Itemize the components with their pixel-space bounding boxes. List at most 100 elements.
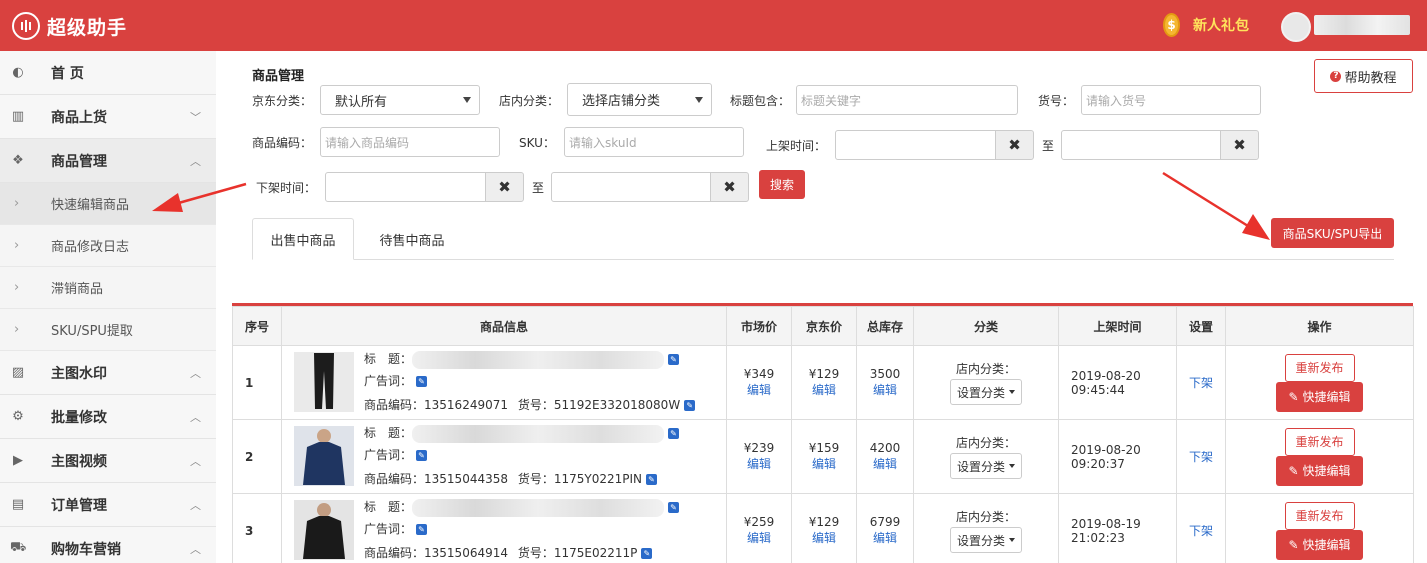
clear-on-shelf-start-button[interactable]: ✖: [995, 130, 1034, 160]
take-down-link[interactable]: 下架: [1189, 450, 1213, 464]
sidebar-subitem-slow-selling[interactable]: › 滞销商品: [0, 267, 216, 309]
product-thumbnail[interactable]: [294, 426, 354, 486]
item-no-label: 货号：: [1038, 94, 1075, 108]
table-row: 2 标 题： ✎ 广告词： ✎ 商品编码：13515044358 货号：1175…: [232, 419, 1414, 494]
export-sku-spu-button[interactable]: 商品SKU/SPU导出: [1271, 218, 1394, 248]
edit-pen-icon[interactable]: ✎: [668, 502, 680, 513]
market-price-cell: ¥239 编辑: [726, 419, 792, 494]
clear-off-shelf-start-button[interactable]: ✖: [485, 172, 524, 202]
top-bar: 超级助手 $ 新人礼包: [0, 0, 1427, 51]
chevron-right-icon: ›: [14, 280, 20, 295]
new-user-gift[interactable]: $ 新人礼包: [1163, 13, 1249, 37]
quick-edit-button[interactable]: ✎ 快捷编辑: [1276, 529, 1363, 560]
sidebar-subitem-sku-spu[interactable]: › SKU/SPU提取: [0, 309, 216, 351]
sku-input[interactable]: 请输入skuId: [564, 127, 744, 157]
edit-link[interactable]: 编辑: [792, 381, 856, 398]
table-row: 1 标 题： ✎ 广告词： ✎ 商品编码：13516249071 货号：5119…: [232, 345, 1414, 420]
code-line: 商品编码：13515044358 货号：1175Y0221PIN ✎: [364, 470, 658, 487]
off-shelf-end-input[interactable]: [551, 172, 711, 202]
edit-pen-icon[interactable]: ✎: [668, 428, 680, 439]
quick-edit-button[interactable]: ✎ 快捷编辑: [1276, 455, 1363, 486]
set-category-dropdown[interactable]: 设置分类: [949, 379, 1022, 405]
product-code-input[interactable]: 请输入商品编码: [320, 127, 500, 157]
sidebar-item-watermark[interactable]: ▨ 主图水印 ︿: [0, 351, 216, 395]
take-down-link[interactable]: 下架: [1189, 524, 1213, 538]
edit-pen-icon[interactable]: ✎: [668, 354, 680, 365]
search-button[interactable]: 搜索: [759, 170, 805, 199]
jd-category-label: 京东分类：: [252, 94, 313, 108]
product-info-cell: 标 题： ✎ 广告词： ✎ 商品编码：13515044358 货号：1175Y022…: [281, 419, 727, 494]
edit-link[interactable]: 编辑: [727, 455, 791, 472]
actions-cell: 重新发布 ✎ 快捷编辑: [1225, 419, 1414, 494]
column-header: 设置: [1176, 306, 1226, 346]
quick-edit-button[interactable]: ✎ 快捷编辑: [1276, 381, 1363, 412]
shelf-time-cell: 2019-08-20 09:45:44: [1058, 345, 1177, 420]
column-header: 上架时间: [1058, 306, 1177, 346]
title-line: 标 题： ✎: [364, 498, 680, 517]
edit-pen-icon[interactable]: ✎: [416, 450, 428, 461]
tab-on-sale[interactable]: 出售中商品: [252, 218, 354, 260]
market-price-cell: ¥349 编辑: [726, 345, 792, 420]
column-header: 操作: [1225, 306, 1414, 346]
edit-link[interactable]: 编辑: [857, 529, 913, 546]
column-header: 总库存: [856, 306, 914, 346]
jd-category-select[interactable]: 默认所有: [320, 85, 480, 115]
shop-category-select[interactable]: 选择店铺分类: [567, 83, 712, 116]
sidebar-item-home[interactable]: ◐ 首 页: [0, 51, 216, 95]
sidebar-item-main-video[interactable]: ▶ 主图视频 ︿: [0, 439, 216, 483]
edit-square-icon: ✎: [1288, 537, 1299, 552]
caret-down-icon: [1009, 390, 1015, 394]
edit-link[interactable]: 编辑: [857, 455, 913, 472]
edit-pen-icon[interactable]: ✎: [416, 524, 428, 535]
sidebar-item-label: 商品管理: [51, 153, 107, 170]
edit-pen-icon[interactable]: ✎: [646, 474, 658, 485]
to-label: 至: [532, 181, 545, 195]
on-shelf-end-input[interactable]: [1061, 130, 1221, 160]
jd-price-cell: ¥159 编辑: [791, 419, 857, 494]
item-no-input[interactable]: 请输入货号: [1081, 85, 1261, 115]
edit-pen-icon[interactable]: ✎: [416, 376, 428, 387]
sidebar-item-batch-edit[interactable]: ⚙ 批量修改 ︿: [0, 395, 216, 439]
sidebar-item-orders[interactable]: ▤ 订单管理 ︿: [0, 483, 216, 527]
take-down-link[interactable]: 下架: [1189, 376, 1213, 390]
product-thumbnail[interactable]: [294, 352, 354, 412]
off-shelf-start-input[interactable]: [325, 172, 486, 202]
sidebar-subitem-quick-edit[interactable]: › 快速编辑商品: [0, 183, 216, 225]
help-button[interactable]: ? 帮助教程: [1314, 59, 1413, 93]
sku-label: SKU：: [519, 136, 555, 150]
clear-on-shelf-end-button[interactable]: ✖: [1220, 130, 1259, 160]
clear-off-shelf-end-button[interactable]: ✖: [710, 172, 749, 202]
republish-button[interactable]: 重新发布: [1284, 501, 1355, 530]
chevron-up-icon: ︿: [190, 454, 201, 468]
ad-line: 广告词： ✎: [364, 372, 428, 389]
edit-link[interactable]: 编辑: [857, 381, 913, 398]
title-keyword-input[interactable]: 标题关键字: [796, 85, 1018, 115]
main-content: 商品管理 ? 帮助教程 京东分类： 默认所有 店内分类： 选择店铺分类 标题包含…: [216, 51, 1427, 563]
edit-pen-icon[interactable]: ✎: [641, 548, 653, 559]
avatar[interactable]: [1281, 12, 1311, 42]
edit-link[interactable]: 编辑: [792, 455, 856, 472]
sidebar-subitem-edit-log[interactable]: › 商品修改日志: [0, 225, 216, 267]
chevron-down-icon: ﹀: [190, 110, 201, 124]
sidebar-item-product-upload[interactable]: ▥ 商品上货 ﹀: [0, 95, 216, 139]
set-category-dropdown[interactable]: 设置分类: [949, 453, 1022, 479]
edit-link[interactable]: 编辑: [727, 381, 791, 398]
shop-category-label: 店内分类：: [499, 94, 560, 108]
app-logo[interactable]: 超级助手: [12, 12, 127, 40]
set-category-dropdown[interactable]: 设置分类: [949, 527, 1022, 553]
edit-pen-icon[interactable]: ✎: [684, 400, 696, 411]
on-shelf-start-input[interactable]: [835, 130, 996, 160]
republish-button[interactable]: 重新发布: [1284, 427, 1355, 456]
sidebar-item-cart-marketing[interactable]: ⛟ 购物车营销 ︿: [0, 527, 216, 563]
republish-button[interactable]: 重新发布: [1284, 353, 1355, 382]
edit-link[interactable]: 编辑: [727, 529, 791, 546]
tab-pending-sale[interactable]: 待售中商品: [362, 218, 462, 260]
column-header: 市场价: [726, 306, 792, 346]
edit-link[interactable]: 编辑: [792, 529, 856, 546]
close-icon: ✖: [723, 178, 736, 196]
sidebar-item-product-management[interactable]: ❖ 商品管理 ︿: [0, 139, 216, 183]
shop-category-value: 选择店铺分类: [582, 94, 661, 109]
product-thumbnail[interactable]: [294, 500, 354, 560]
edit-square-icon: ✎: [1288, 389, 1299, 404]
cogs-icon: ⚙: [12, 409, 24, 424]
